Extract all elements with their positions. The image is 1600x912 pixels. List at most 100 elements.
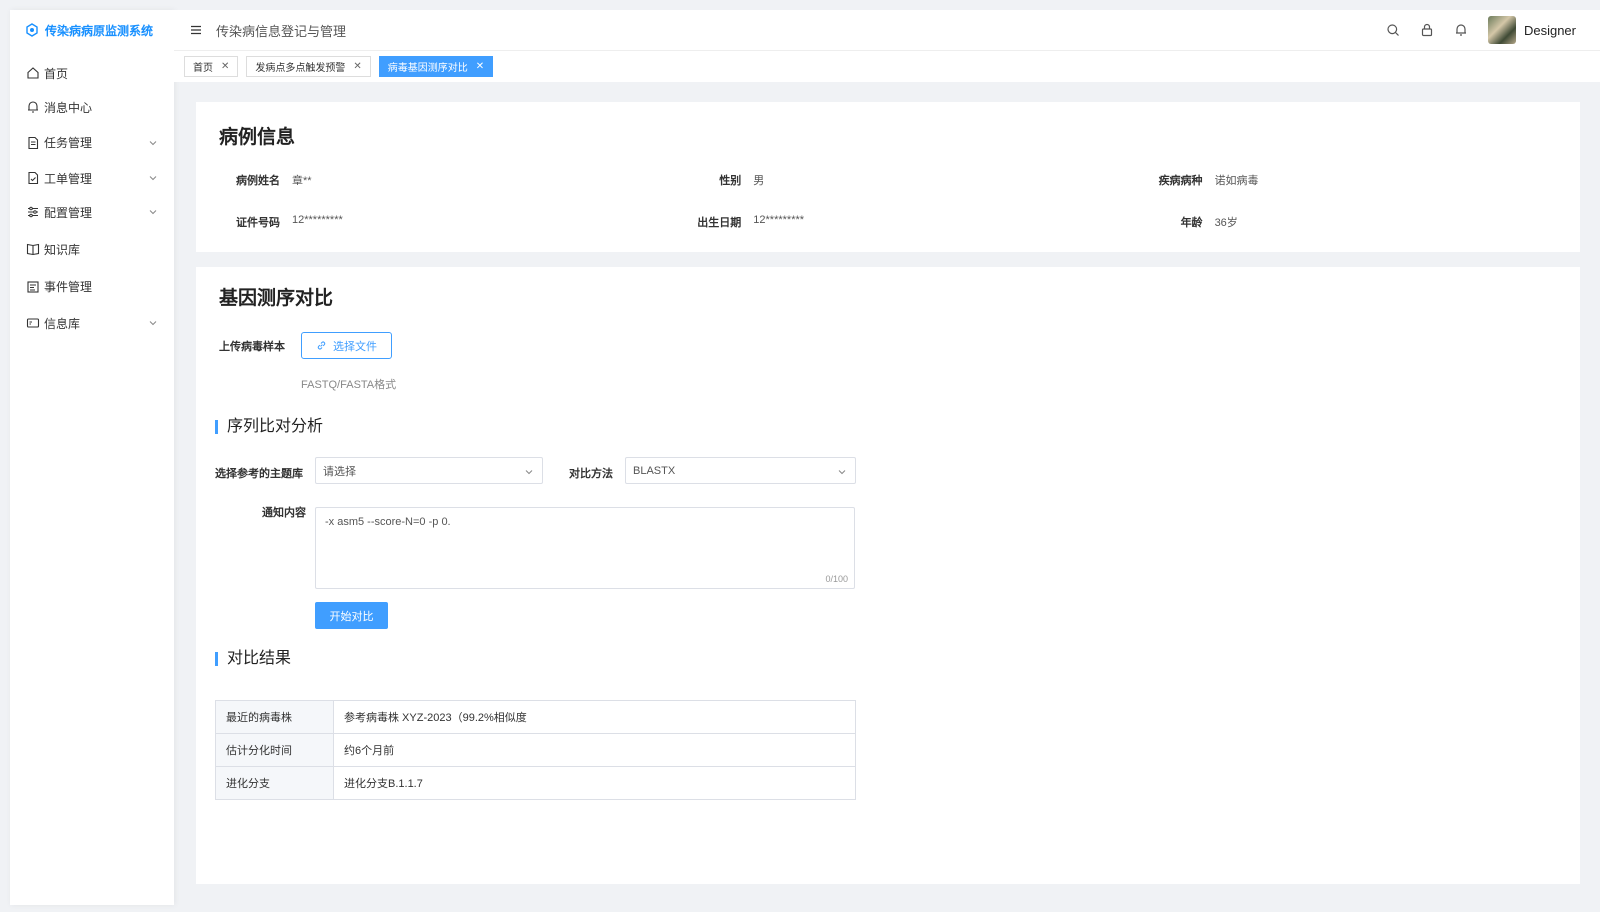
app-title: 传染病病原监测系统 — [45, 23, 154, 38]
table-row: 进化分支 进化分支B.1.1.7 — [215, 766, 856, 800]
field-label: 疾病病种 — [1158, 175, 1203, 187]
field-id-number: 证件号码 12********* — [196, 214, 657, 230]
event-icon — [27, 280, 39, 293]
field-value: 12********* — [753, 214, 805, 226]
field-label: 性别 — [719, 175, 742, 187]
page-title: 传染病信息登记与管理 — [216, 23, 347, 39]
chevron-down-icon — [149, 321, 157, 326]
bell-icon[interactable] — [1454, 23, 1468, 37]
chevron-down-icon — [838, 470, 846, 475]
result-table: 最近的病毒株 参考病毒株 XYZ-2023（99.2%相似度 估计分化时间 约6… — [215, 700, 856, 800]
sidebar: 传染病病原监测系统 首页 消息中心 任务管理 工单管理 配置管理 知识库 事件管… — [10, 10, 174, 905]
field-value: 36岁 — [1214, 217, 1238, 229]
sidebar-item-label: 首页 — [44, 66, 69, 81]
upload-hint: FASTQ/FASTA格式 — [301, 379, 397, 391]
header-actions: Designer — [1366, 10, 1576, 50]
result-value: 参考病毒株 XYZ-2023（99.2%相似度 — [333, 700, 856, 734]
result-value: 进化分支B.1.1.7 — [333, 766, 856, 800]
sidebar-item-label: 消息中心 — [44, 100, 93, 115]
field-birthdate: 出生日期 12********* — [657, 214, 1118, 230]
close-icon[interactable]: ✕ — [353, 61, 361, 72]
field-label: 年龄 — [1180, 217, 1203, 229]
app-logo[interactable]: 传染病病原监测系统 — [10, 10, 174, 50]
database-icon — [26, 318, 40, 328]
home-icon — [27, 67, 39, 79]
table-row: 最近的病毒株 参考病毒株 XYZ-2023（99.2%相似度 — [215, 700, 856, 734]
field-label: 证件号码 — [236, 217, 280, 229]
char-counter: 0/100 — [825, 574, 848, 584]
sidebar-item-label: 事件管理 — [44, 280, 93, 294]
ref-db-select[interactable]: 请选择 — [315, 457, 543, 484]
tab-home[interactable]: 首页 ✕ — [184, 56, 239, 77]
result-section-title: 对比结果 — [215, 651, 291, 667]
sidebar-item-tickets[interactable]: 工单管理 — [10, 161, 174, 195]
sidebar-item-label: 知识库 — [44, 242, 81, 257]
ref-db-placeholder: 请选择 — [323, 465, 356, 478]
result-key: 估计分化时间 — [215, 733, 334, 767]
case-info-row: 病例姓名 章** 性别 男 疾病病种 诺如病毒 — [196, 172, 1580, 188]
field-label: 病例姓名 — [236, 175, 280, 187]
tab-gene-sequencing[interactable]: 病毒基因测序对比 ✕ — [378, 56, 494, 77]
start-compare-label: 开始对比 — [329, 610, 374, 623]
document-icon — [28, 136, 39, 149]
case-info-title: 病例信息 — [219, 127, 296, 148]
choose-file-label: 选择文件 — [333, 340, 377, 353]
tab-label: 病毒基因测序对比 — [387, 63, 468, 74]
method-select[interactable]: BLASTX — [625, 457, 856, 484]
chevron-down-icon — [149, 210, 157, 215]
method-label: 对比方法 — [569, 468, 613, 480]
sidebar-item-tasks[interactable]: 任务管理 — [10, 124, 174, 161]
case-info-row: 证件号码 12********* 出生日期 12********* 年龄 36岁 — [196, 214, 1580, 230]
tab-multipoint-alert[interactable]: 发病点多点触发预警 ✕ — [246, 56, 371, 77]
alignment-section-title: 序列比对分析 — [215, 419, 323, 435]
sidebar-item-label: 工单管理 — [44, 171, 93, 186]
result-key: 最近的病毒株 — [215, 700, 334, 734]
field-value: 诺如病毒 — [1214, 175, 1259, 187]
sidebar-item-knowledge[interactable]: 知识库 — [10, 229, 174, 269]
gene-compare-title: 基因测序对比 — [219, 288, 334, 309]
result-key: 进化分支 — [215, 766, 334, 800]
field-name: 病例姓名 章** — [196, 172, 657, 188]
book-icon — [26, 243, 40, 256]
logo-icon — [26, 23, 38, 37]
search-icon[interactable] — [1386, 23, 1400, 37]
tabs-bar: 首页 ✕ 发病点多点触发预警 ✕ 病毒基因测序对比 ✕ — [174, 50, 1600, 82]
field-disease: 疾病病种 诺如病毒 — [1119, 172, 1580, 188]
chevron-down-icon — [525, 470, 533, 475]
field-value: 男 — [753, 175, 765, 187]
username[interactable]: Designer — [1524, 23, 1576, 38]
close-icon[interactable]: ✕ — [476, 61, 484, 72]
bell-icon — [28, 101, 38, 113]
sidebar-item-config[interactable]: 配置管理 — [10, 195, 174, 229]
notice-textarea[interactable]: -x asm5 --score-N=0 -p 0. 0/100 — [315, 507, 855, 589]
avatar[interactable] — [1487, 16, 1516, 44]
start-compare-button[interactable]: 开始对比 — [315, 602, 388, 629]
sidebar-item-label: 任务管理 — [44, 136, 93, 150]
sidebar-item-infobase[interactable]: 信息库 — [10, 304, 174, 342]
chevron-down-icon — [149, 176, 157, 181]
close-icon[interactable]: ✕ — [221, 61, 229, 72]
sidebar-item-home[interactable]: 首页 — [10, 56, 174, 90]
choose-file-button[interactable]: 选择文件 — [301, 332, 392, 359]
sidebar-item-label: 信息库 — [44, 316, 81, 331]
notice-text: -x asm5 --score-N=0 -p 0. — [325, 516, 451, 528]
method-value: BLASTX — [633, 464, 676, 477]
result-value: 约6个月前 — [333, 733, 856, 767]
gene-compare-card: 基因测序对比 上传病毒样本 选择文件 FASTQ/FASTA格式 序列比对分析 … — [196, 267, 1580, 884]
field-value: 12********* — [292, 214, 343, 226]
sidebar-menu: 首页 消息中心 任务管理 工单管理 配置管理 知识库 事件管理 信息库 — [10, 56, 174, 342]
case-info-card: 病例信息 病例姓名 章** 性别 男 疾病病种 诺如病毒 证件号码 12****… — [196, 102, 1580, 252]
sliders-icon — [28, 206, 38, 218]
ref-db-label: 选择参考的主题库 — [215, 468, 303, 480]
upload-label: 上传病毒样本 — [219, 341, 285, 353]
field-gender: 性别 男 — [657, 172, 1118, 188]
menu-toggle-icon[interactable] — [190, 24, 202, 36]
sidebar-item-events[interactable]: 事件管理 — [10, 269, 174, 304]
field-label: 出生日期 — [697, 217, 742, 229]
tab-label: 发病点多点触发预警 — [255, 63, 346, 74]
sidebar-item-label: 配置管理 — [44, 205, 93, 220]
sidebar-item-messages[interactable]: 消息中心 — [10, 90, 174, 124]
link-icon — [317, 341, 326, 350]
table-row: 估计分化时间 约6个月前 — [215, 733, 856, 767]
lock-icon[interactable] — [1420, 23, 1434, 37]
